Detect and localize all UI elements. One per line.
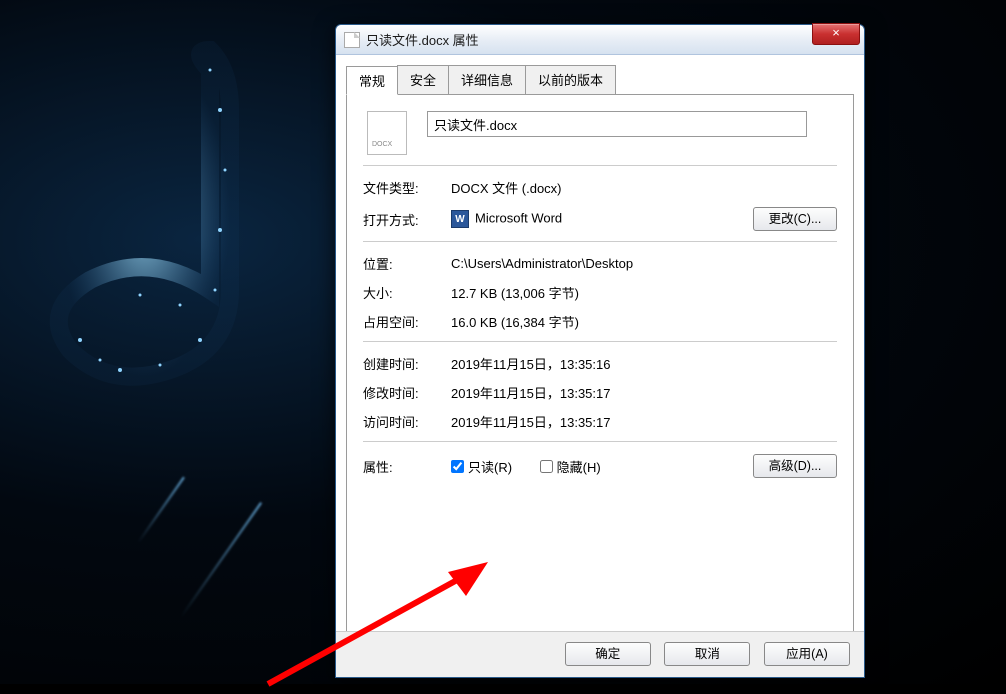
modified-label: 修改时间: — [363, 383, 451, 402]
sizeondisk-label: 占用空间: — [363, 312, 451, 331]
wallpaper-music-note — [30, 30, 310, 410]
apply-button[interactable]: 应用(A) — [764, 642, 850, 666]
readonly-checkbox-label: 只读(R) — [468, 457, 512, 476]
separator — [363, 165, 837, 166]
separator — [363, 241, 837, 242]
location-label: 位置: — [363, 254, 451, 273]
sizeondisk-value: 16.0 KB (16,384 字节) — [451, 312, 837, 331]
titlebar[interactable]: 只读文件.docx 属性 × — [336, 25, 864, 55]
word-icon: W — [451, 210, 469, 228]
openwith-label: 打开方式: — [363, 210, 451, 229]
separator — [363, 441, 837, 442]
size-label: 大小: — [363, 283, 451, 302]
accessed-label: 访问时间: — [363, 412, 451, 431]
tab-content-general: 文件类型: DOCX 文件 (.docx) 打开方式: W Microsoft W… — [346, 95, 854, 643]
readonly-checkbox-input[interactable] — [451, 460, 464, 473]
filename-input[interactable] — [427, 111, 807, 137]
separator — [363, 341, 837, 342]
tab-details[interactable]: 详细信息 — [448, 65, 526, 94]
filetype-value: DOCX 文件 (.docx) — [451, 178, 837, 197]
created-value: 2019年11月15日，13:35:16 — [451, 354, 837, 373]
wallpaper-trail — [137, 477, 185, 544]
desktop-wallpaper: 只读文件.docx 属性 × 常规 安全 详细信息 以前的版本 文件类型: DO… — [0, 0, 1006, 684]
dialog-footer: 确定 取消 应用(A) — [336, 631, 864, 677]
size-value: 12.7 KB (13,006 字节) — [451, 283, 837, 302]
openwith-app-name: Microsoft Word — [475, 210, 562, 225]
tab-security[interactable]: 安全 — [397, 65, 449, 94]
window-title: 只读文件.docx 属性 — [366, 30, 479, 49]
file-type-icon — [367, 111, 407, 155]
wallpaper-trail — [180, 502, 262, 618]
created-label: 创建时间: — [363, 354, 451, 373]
attributes-label: 属性: — [363, 457, 451, 476]
tab-strip: 常规 安全 详细信息 以前的版本 — [346, 65, 854, 95]
properties-dialog: 只读文件.docx 属性 × 常规 安全 详细信息 以前的版本 文件类型: DO… — [335, 24, 865, 678]
hidden-checkbox-label: 隐藏(H) — [557, 457, 601, 476]
openwith-value: W Microsoft Word — [451, 210, 753, 228]
advanced-button[interactable]: 高级(D)... — [753, 454, 837, 478]
tab-previous-versions[interactable]: 以前的版本 — [525, 65, 616, 94]
hidden-checkbox[interactable]: 隐藏(H) — [540, 457, 601, 476]
close-button[interactable]: × — [812, 23, 860, 45]
accessed-value: 2019年11月15日，13:35:17 — [451, 412, 837, 431]
filetype-label: 文件类型: — [363, 178, 451, 197]
readonly-checkbox[interactable]: 只读(R) — [451, 457, 512, 476]
hidden-checkbox-input[interactable] — [540, 460, 553, 473]
change-openwith-button[interactable]: 更改(C)... — [753, 207, 837, 231]
tab-general[interactable]: 常规 — [346, 66, 398, 95]
cancel-button[interactable]: 取消 — [664, 642, 750, 666]
modified-value: 2019年11月15日，13:35:17 — [451, 383, 837, 402]
titlebar-file-icon — [344, 32, 360, 48]
ok-button[interactable]: 确定 — [565, 642, 651, 666]
location-value: C:\Users\Administrator\Desktop — [451, 256, 837, 271]
